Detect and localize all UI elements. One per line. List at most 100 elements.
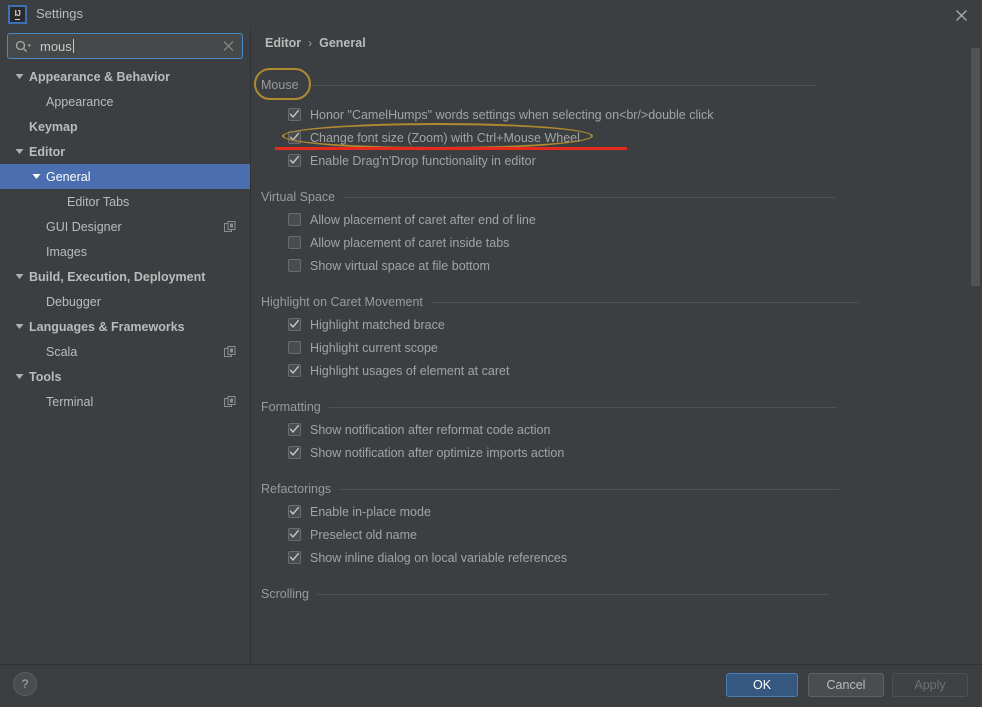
close-icon[interactable]: [950, 4, 972, 26]
scrollbar-thumb[interactable]: [971, 48, 980, 286]
breadcrumb-root[interactable]: Editor: [265, 36, 301, 50]
checkbox-checked[interactable]: [288, 364, 301, 377]
content-scrollbar[interactable]: [969, 28, 982, 664]
checkbox-checked[interactable]: [288, 528, 301, 541]
checkbox-row[interactable]: Change font size (Zoom) with Ctrl+Mouse …: [251, 123, 957, 150]
sidebar-item-label: Debugger: [46, 294, 101, 309]
window-title: Settings: [36, 6, 83, 21]
checkbox-label: Highlight current scope: [310, 340, 438, 355]
sidebar-item-label: Terminal: [46, 394, 94, 409]
chevron-down-icon[interactable]: [14, 321, 25, 332]
checkbox-unchecked[interactable]: [288, 236, 301, 249]
checkbox-checked[interactable]: [288, 446, 301, 459]
checkbox-checked[interactable]: [288, 154, 301, 167]
checkbox-row[interactable]: Enable Drag'n'Drop functionality in edit…: [251, 149, 957, 172]
checkbox-row[interactable]: Enable in-place mode: [251, 500, 957, 523]
chevron-down-icon[interactable]: [31, 171, 42, 182]
sidebar-item-editor-tabs[interactable]: Editor Tabs: [0, 189, 250, 214]
checkbox-row[interactable]: Show notification after reformat code ac…: [251, 418, 957, 441]
sidebar-item-appearance[interactable]: Appearance: [0, 89, 250, 114]
checkbox-label: Show inline dialog on local variable ref…: [310, 550, 568, 565]
checkbox-label: Preselect old name: [310, 527, 418, 542]
chevron-down-icon[interactable]: [14, 146, 25, 157]
checkbox-row[interactable]: Show notification after optimize imports…: [251, 441, 957, 464]
breadcrumb-separator-icon: ›: [308, 36, 313, 50]
checkbox-checked[interactable]: [288, 423, 301, 436]
chevron-down-icon[interactable]: [14, 271, 25, 282]
checkbox-checked[interactable]: [288, 551, 301, 564]
chevron-down-icon[interactable]: [14, 71, 25, 82]
help-button[interactable]: ?: [13, 672, 37, 696]
sidebar-item-label: Languages & Frameworks: [29, 319, 185, 334]
search-text: mous: [40, 38, 72, 54]
sidebar-item-gui-designer[interactable]: GUI Designer: [0, 214, 250, 239]
checkbox-row[interactable]: Allow placement of caret inside tabs: [251, 231, 957, 254]
sidebar-item-label: Editor: [29, 144, 66, 159]
sidebar-item-terminal[interactable]: Terminal: [0, 389, 250, 414]
sidebar-item-appearance-behavior[interactable]: Appearance & Behavior: [0, 64, 250, 89]
sidebar-item-label: Keymap: [29, 119, 78, 134]
title-bar: IJ Settings: [0, 0, 982, 28]
apply-button[interactable]: Apply: [892, 673, 968, 697]
search-input-value[interactable]: mous: [40, 38, 74, 54]
cancel-button[interactable]: Cancel: [808, 673, 884, 697]
sidebar-item-languages-frameworks[interactable]: Languages & Frameworks: [0, 314, 250, 339]
text-caret: [72, 38, 74, 53]
checkbox-row[interactable]: Honor "CamelHumps" words settings when s…: [251, 103, 957, 126]
checkbox-checked[interactable]: [288, 318, 301, 331]
sidebar-item-editor[interactable]: Editor: [0, 139, 250, 164]
sidebar-item-build-execution-deployment[interactable]: Build, Execution, Deployment: [0, 264, 250, 289]
checkbox-label: Allow placement of caret inside tabs: [310, 235, 510, 250]
group-title: Virtual Space: [261, 190, 336, 204]
sidebar-item-label: Scala: [46, 344, 78, 359]
sidebar-item-label: Editor Tabs: [67, 194, 130, 209]
group-divider: [339, 488, 840, 490]
sidebar-item-label: Tools: [29, 369, 62, 384]
checkbox-checked[interactable]: [288, 131, 301, 144]
checkbox-label: Highlight matched brace: [310, 317, 445, 332]
sidebar-item-scala[interactable]: Scala: [0, 339, 250, 364]
sidebar-item-debugger[interactable]: Debugger: [0, 289, 250, 314]
project-scope-icon: [224, 220, 236, 233]
chevron-down-icon[interactable]: [14, 371, 25, 382]
checkbox-unchecked[interactable]: [288, 213, 301, 226]
checkbox-row[interactable]: Highlight usages of element at caret: [251, 359, 957, 382]
sidebar-item-label: General: [46, 169, 91, 184]
checkbox-checked[interactable]: [288, 505, 301, 518]
sidebar-item-images[interactable]: Images: [0, 239, 250, 264]
checkbox-row[interactable]: Show inline dialog on local variable ref…: [251, 546, 957, 569]
checkbox-row[interactable]: Allow placement of caret after end of li…: [251, 208, 957, 231]
sidebar-item-label: GUI Designer: [46, 219, 122, 234]
checkbox-row[interactable]: Highlight current scope: [251, 336, 957, 359]
group-title: Highlight on Caret Movement: [261, 295, 423, 309]
breadcrumb-leaf: General: [319, 36, 366, 50]
checkbox-unchecked[interactable]: [288, 259, 301, 272]
checkbox-unchecked[interactable]: [288, 341, 301, 354]
group-divider: [316, 593, 829, 595]
group-divider: [328, 406, 837, 408]
group-title: Refactorings: [261, 482, 332, 496]
checkbox-row[interactable]: Preselect old name: [251, 523, 957, 546]
checkbox-label: Honor "CamelHumps" words settings when s…: [310, 107, 714, 122]
sidebar-item-tools[interactable]: Tools: [0, 364, 250, 389]
settings-content-panel: Editor › General Mouse Honor "CamelHumps"…: [250, 28, 982, 664]
checkbox-checked[interactable]: [288, 108, 301, 121]
checkbox-label: Show virtual space at file bottom: [310, 258, 490, 273]
search-icon: [15, 40, 32, 53]
group-title: Mouse: [261, 78, 299, 92]
sidebar-item-keymap[interactable]: Keymap: [0, 114, 250, 139]
checkbox-row[interactable]: Show virtual space at file bottom: [251, 254, 957, 277]
ok-button[interactable]: OK: [726, 673, 798, 697]
checkbox-row[interactable]: Highlight matched brace: [251, 313, 957, 336]
clear-search-icon[interactable]: [223, 41, 234, 52]
sidebar-item-label: Build, Execution, Deployment: [29, 269, 206, 284]
settings-tree[interactable]: Appearance & Behavior Appearance Keymap Edi…: [0, 64, 250, 664]
sidebar-item-label: Appearance & Behavior: [29, 69, 171, 84]
settings-search-field[interactable]: mous: [7, 33, 243, 59]
sidebar-item-general[interactable]: General: [0, 164, 250, 189]
settings-dialog: IJ Settings mous Appearance & Behavior A…: [0, 0, 982, 707]
